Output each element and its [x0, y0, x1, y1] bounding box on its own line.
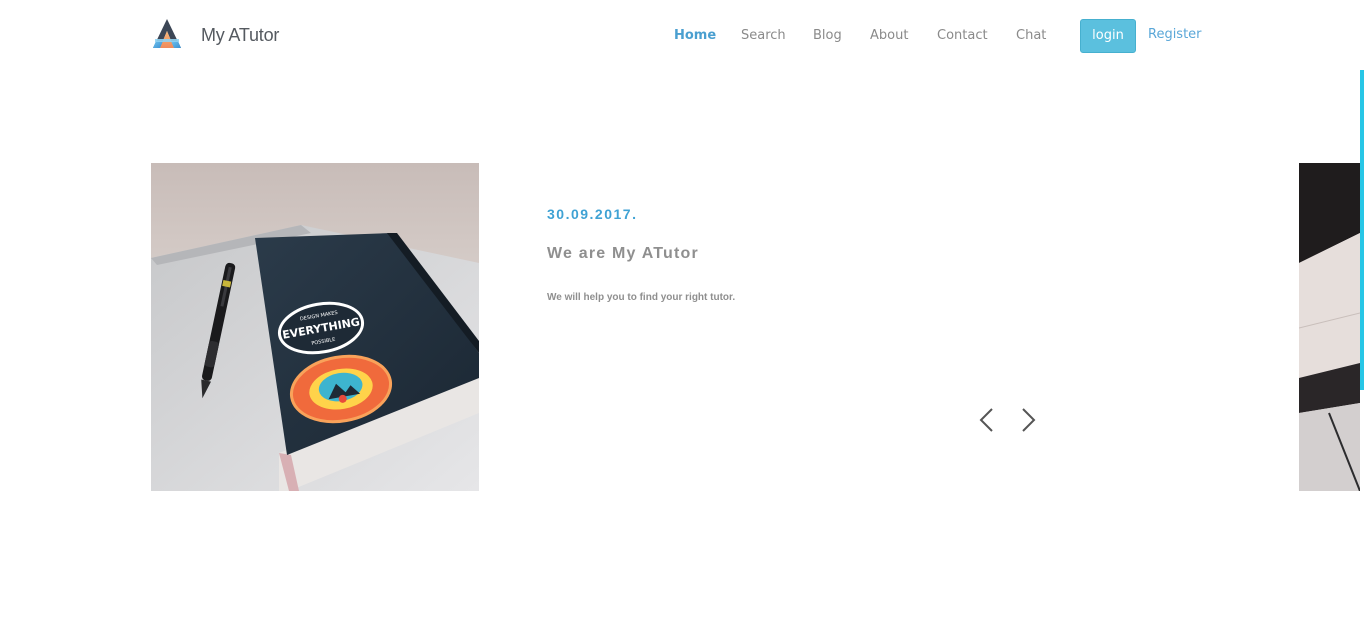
chevron-right-icon[interactable]	[1016, 405, 1040, 435]
login-button[interactable]: login	[1080, 19, 1136, 53]
scroll-indicator[interactable]	[1360, 70, 1364, 390]
slide-title: We are My ATutor	[547, 245, 699, 262]
a-logo-icon[interactable]	[151, 17, 183, 49]
chevron-left-icon[interactable]	[975, 405, 999, 435]
nav-item-contact[interactable]: Contact	[937, 28, 988, 43]
slide-description: We will help you to find your right tuto…	[547, 292, 736, 303]
register-link[interactable]: Register	[1148, 27, 1202, 42]
next-slide-image[interactable]	[1299, 163, 1360, 491]
slide-date: 30.09.2017.	[547, 206, 638, 222]
nav-item-blog[interactable]: Blog	[813, 28, 842, 43]
nav-item-home[interactable]: Home	[674, 28, 716, 43]
nav-item-search[interactable]: Search	[741, 28, 786, 43]
site-header: My ATutor Home Search Blog About Contact…	[0, 0, 1366, 70]
nav-item-chat[interactable]: Chat	[1016, 28, 1046, 43]
page: My ATutor Home Search Blog About Contact…	[0, 0, 1366, 634]
slide-image: EVERYTHING DESIGN MAKES POSSIBLE	[151, 163, 479, 491]
brand-name[interactable]: My ATutor	[201, 25, 279, 46]
nav-item-about[interactable]: About	[870, 28, 908, 43]
